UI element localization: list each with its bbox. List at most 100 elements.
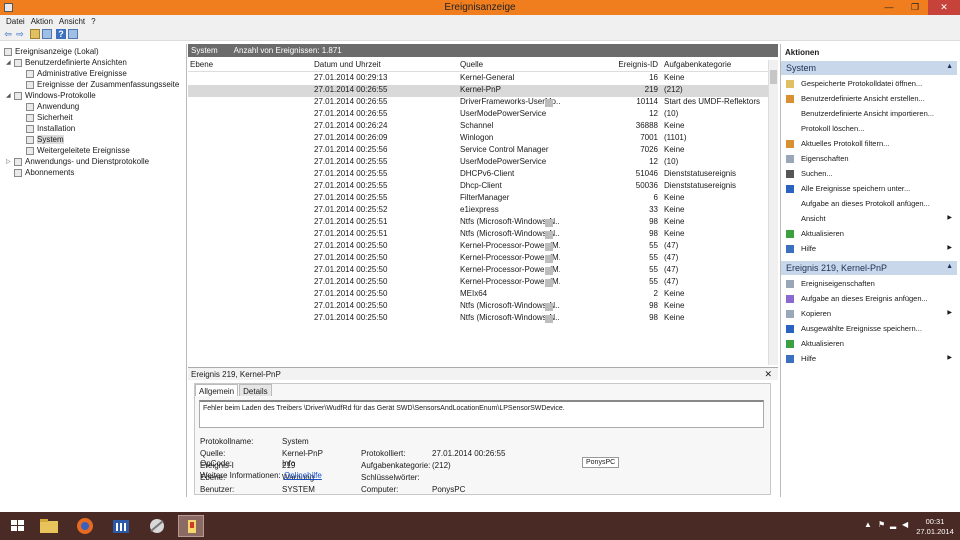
tree-item-subscriptions[interactable]: Abonnements (6, 167, 74, 178)
network-icon[interactable]: ▂ (890, 520, 896, 529)
tray-up-icon[interactable]: ▲ (864, 520, 872, 529)
menu-ansicht[interactable]: Ansicht (57, 15, 89, 27)
minimize-button[interactable]: — (876, 0, 902, 15)
help-icon (786, 245, 794, 253)
action-item[interactable]: Benutzerdefinierte Ansicht erstellen... (781, 92, 957, 106)
event-viewer-taskbar-icon[interactable] (178, 515, 204, 537)
table-row[interactable]: Informationen27.01.2014 00:25:55DHCPv6-C… (188, 169, 768, 181)
column-header-event-id[interactable]: Ereignis-ID (560, 60, 658, 69)
menu-datei[interactable]: Datei (4, 15, 29, 27)
tree-item-forwarded-events[interactable]: Weitergeleitete Ereignisse (26, 145, 130, 156)
volume-icon[interactable]: ◀ (902, 520, 908, 529)
actions-section-event[interactable]: Ereignis 219, Kernel-PnP ▲ (781, 261, 957, 275)
table-row[interactable]: Informationen27.01.2014 00:26:55DriverFr… (188, 97, 768, 109)
expand-icon[interactable]: ▷ (6, 158, 12, 165)
table-row[interactable]: Informationen27.01.2014 00:25:50Kernel-P… (188, 265, 768, 277)
table-row[interactable]: Informationen27.01.2014 00:25:51Ntfs (Mi… (188, 229, 768, 241)
table-row[interactable]: Informationen27.01.2014 00:25:50Kernel-P… (188, 277, 768, 289)
column-header-date[interactable]: Datum und Uhrzeit (314, 60, 454, 69)
table-row[interactable]: Informationen27.01.2014 00:25:50Kernel-P… (188, 241, 768, 253)
column-header-level[interactable]: Ebene (190, 60, 308, 69)
action-item[interactable]: Aufgabe an dieses Protokoll anfügen... (781, 197, 957, 211)
action-item[interactable]: Aktuelles Protokoll filtern... (781, 137, 957, 151)
table-row[interactable]: Informationen27.01.2014 00:26:55UserMode… (188, 109, 768, 121)
table-row[interactable]: Informationen27.01.2014 00:25:55Dhcp-Cli… (188, 181, 768, 193)
collapse-icon[interactable]: ◢ (6, 92, 12, 99)
action-item[interactable]: Aktualisieren (781, 227, 957, 241)
tree-item-admin-events[interactable]: Administrative Ereignisse (26, 68, 127, 79)
close-detail-icon[interactable]: ✕ (764, 369, 772, 380)
column-header-source[interactable]: Quelle (460, 60, 560, 69)
action-item[interactable]: Alle Ereignisse speichern unter... (781, 182, 957, 196)
action-item[interactable]: Aufgabe an dieses Ereignis anfügen... (781, 292, 957, 306)
table-row[interactable]: Warnung27.01.2014 00:26:55Kernel-PnP219(… (188, 85, 768, 97)
table-row[interactable]: Informationen27.01.2014 00:29:13Kernel-G… (188, 73, 768, 85)
tray-flag-icon[interactable]: ⚑ (878, 520, 885, 529)
table-row[interactable]: Informationen27.01.2014 00:25:50Ntfs (Mi… (188, 301, 768, 313)
table-row[interactable]: Informationen27.01.2014 00:26:09Winlogon… (188, 133, 768, 145)
menu-aktion[interactable]: Aktion (29, 15, 57, 27)
table-row[interactable]: Informationen27.01.2014 00:25:55FilterMa… (188, 193, 768, 205)
view-icon[interactable] (68, 29, 78, 39)
table-row[interactable]: Informationen27.01.2014 00:25:55UserMode… (188, 157, 768, 169)
tab-details[interactable]: Details (239, 384, 272, 396)
tree-item-custom-views[interactable]: ◢ Benutzerdefinierte Ansichten (6, 57, 127, 68)
collapse-icon[interactable]: ◢ (6, 59, 12, 66)
maximize-button[interactable]: ❐ (902, 0, 928, 15)
action-item[interactable]: Ereigniseigenschaften (781, 277, 957, 291)
table-row[interactable]: Informationen27.01.2014 00:25:51Ntfs (Mi… (188, 217, 768, 229)
close-button[interactable]: ✕ (928, 0, 960, 15)
action-item[interactable]: Hilfe ▶ (781, 242, 957, 256)
cell-date: 27.01.2014 00:25:55 (314, 169, 388, 178)
table-row[interactable]: Fehler27.01.2014 00:26:24Schannel36888Ke… (188, 121, 768, 133)
tab-allgemein[interactable]: Allgemein (195, 384, 239, 396)
action-item[interactable]: Aktualisieren (781, 337, 957, 351)
table-row[interactable]: Informationen27.01.2014 00:25:52e1iexpre… (188, 205, 768, 217)
actions-section-system[interactable]: System ▲ (781, 61, 957, 75)
table-row[interactable]: Informationen27.01.2014 00:25:50MEIx642K… (188, 289, 768, 301)
event-list-scrollbar[interactable] (768, 60, 778, 365)
action-item[interactable]: Suchen... (781, 167, 957, 181)
help-icon[interactable]: ? (56, 29, 66, 39)
file-explorer-icon[interactable] (36, 515, 62, 537)
start-button[interactable] (5, 515, 31, 537)
collapse-icon[interactable]: ▲ (946, 263, 953, 270)
action-item[interactable]: Eigenschaften (781, 152, 957, 166)
column-header-category[interactable]: Aufgabenkategorie (664, 60, 768, 69)
tree-item-label: Administrative Ereignisse (37, 69, 127, 78)
collapse-icon[interactable]: ▲ (946, 63, 953, 70)
action-item[interactable]: Benutzerdefinierte Ansicht importieren..… (781, 107, 957, 121)
scrollbar-thumb[interactable] (770, 70, 777, 84)
tree-item-summary-events[interactable]: Ereignisse der Zusammenfassungsseite (26, 79, 179, 90)
tools-icon[interactable] (144, 515, 170, 537)
table-row[interactable]: Informationen27.01.2014 00:25:50Ntfs (Mi… (188, 313, 768, 325)
folder-icon[interactable] (30, 29, 40, 39)
tree-item-security[interactable]: Sicherheit (26, 112, 73, 123)
panel-icon[interactable] (42, 29, 52, 39)
cell-date: 27.01.2014 00:25:51 (314, 217, 388, 226)
action-item[interactable]: Ausgewählte Ereignisse speichern... (781, 322, 957, 336)
tree-item-setup[interactable]: Installation (26, 123, 75, 134)
action-item[interactable]: Ansicht ▶ (781, 212, 957, 226)
menu-help[interactable]: ? (89, 15, 99, 27)
clock[interactable]: 00:31 27.01.2014 (915, 517, 955, 537)
table-row[interactable]: Informationen27.01.2014 00:25:50Kernel-P… (188, 253, 768, 265)
firefox-icon[interactable] (72, 515, 98, 537)
cell-date: 27.01.2014 00:25:56 (314, 145, 388, 154)
forward-icon[interactable]: ⇨ (15, 29, 25, 39)
action-item[interactable]: Kopieren ▶ (781, 307, 957, 321)
tree-item-ereignisanzeige[interactable]: Ereignisanzeige (Lokal) (4, 46, 99, 57)
online-help-link[interactable]: Onlinehilfe (284, 471, 322, 480)
back-icon[interactable]: ⇦ (3, 29, 13, 39)
table-row[interactable]: Informationen27.01.2014 00:25:56Service … (188, 145, 768, 157)
action-label: Alle Ereignisse speichern unter... (801, 184, 911, 193)
event-message[interactable]: Fehler beim Laden des Treibers \Driver\W… (199, 400, 764, 428)
action-item[interactable]: Gespeicherte Protokolldatei öffnen... (781, 77, 957, 91)
action-item[interactable]: Hilfe ▶ (781, 352, 957, 366)
store-icon[interactable] (108, 515, 134, 537)
tree-item-app-service-logs[interactable]: ▷ Anwendungs- und Dienstprotokolle (6, 156, 149, 167)
tree-item-application[interactable]: Anwendung (26, 101, 79, 112)
action-item[interactable]: Protokoll löschen... (781, 122, 957, 136)
tree-item-system[interactable]: System (26, 134, 64, 145)
tree-item-windows-logs[interactable]: ◢ Windows-Protokolle (6, 90, 96, 101)
